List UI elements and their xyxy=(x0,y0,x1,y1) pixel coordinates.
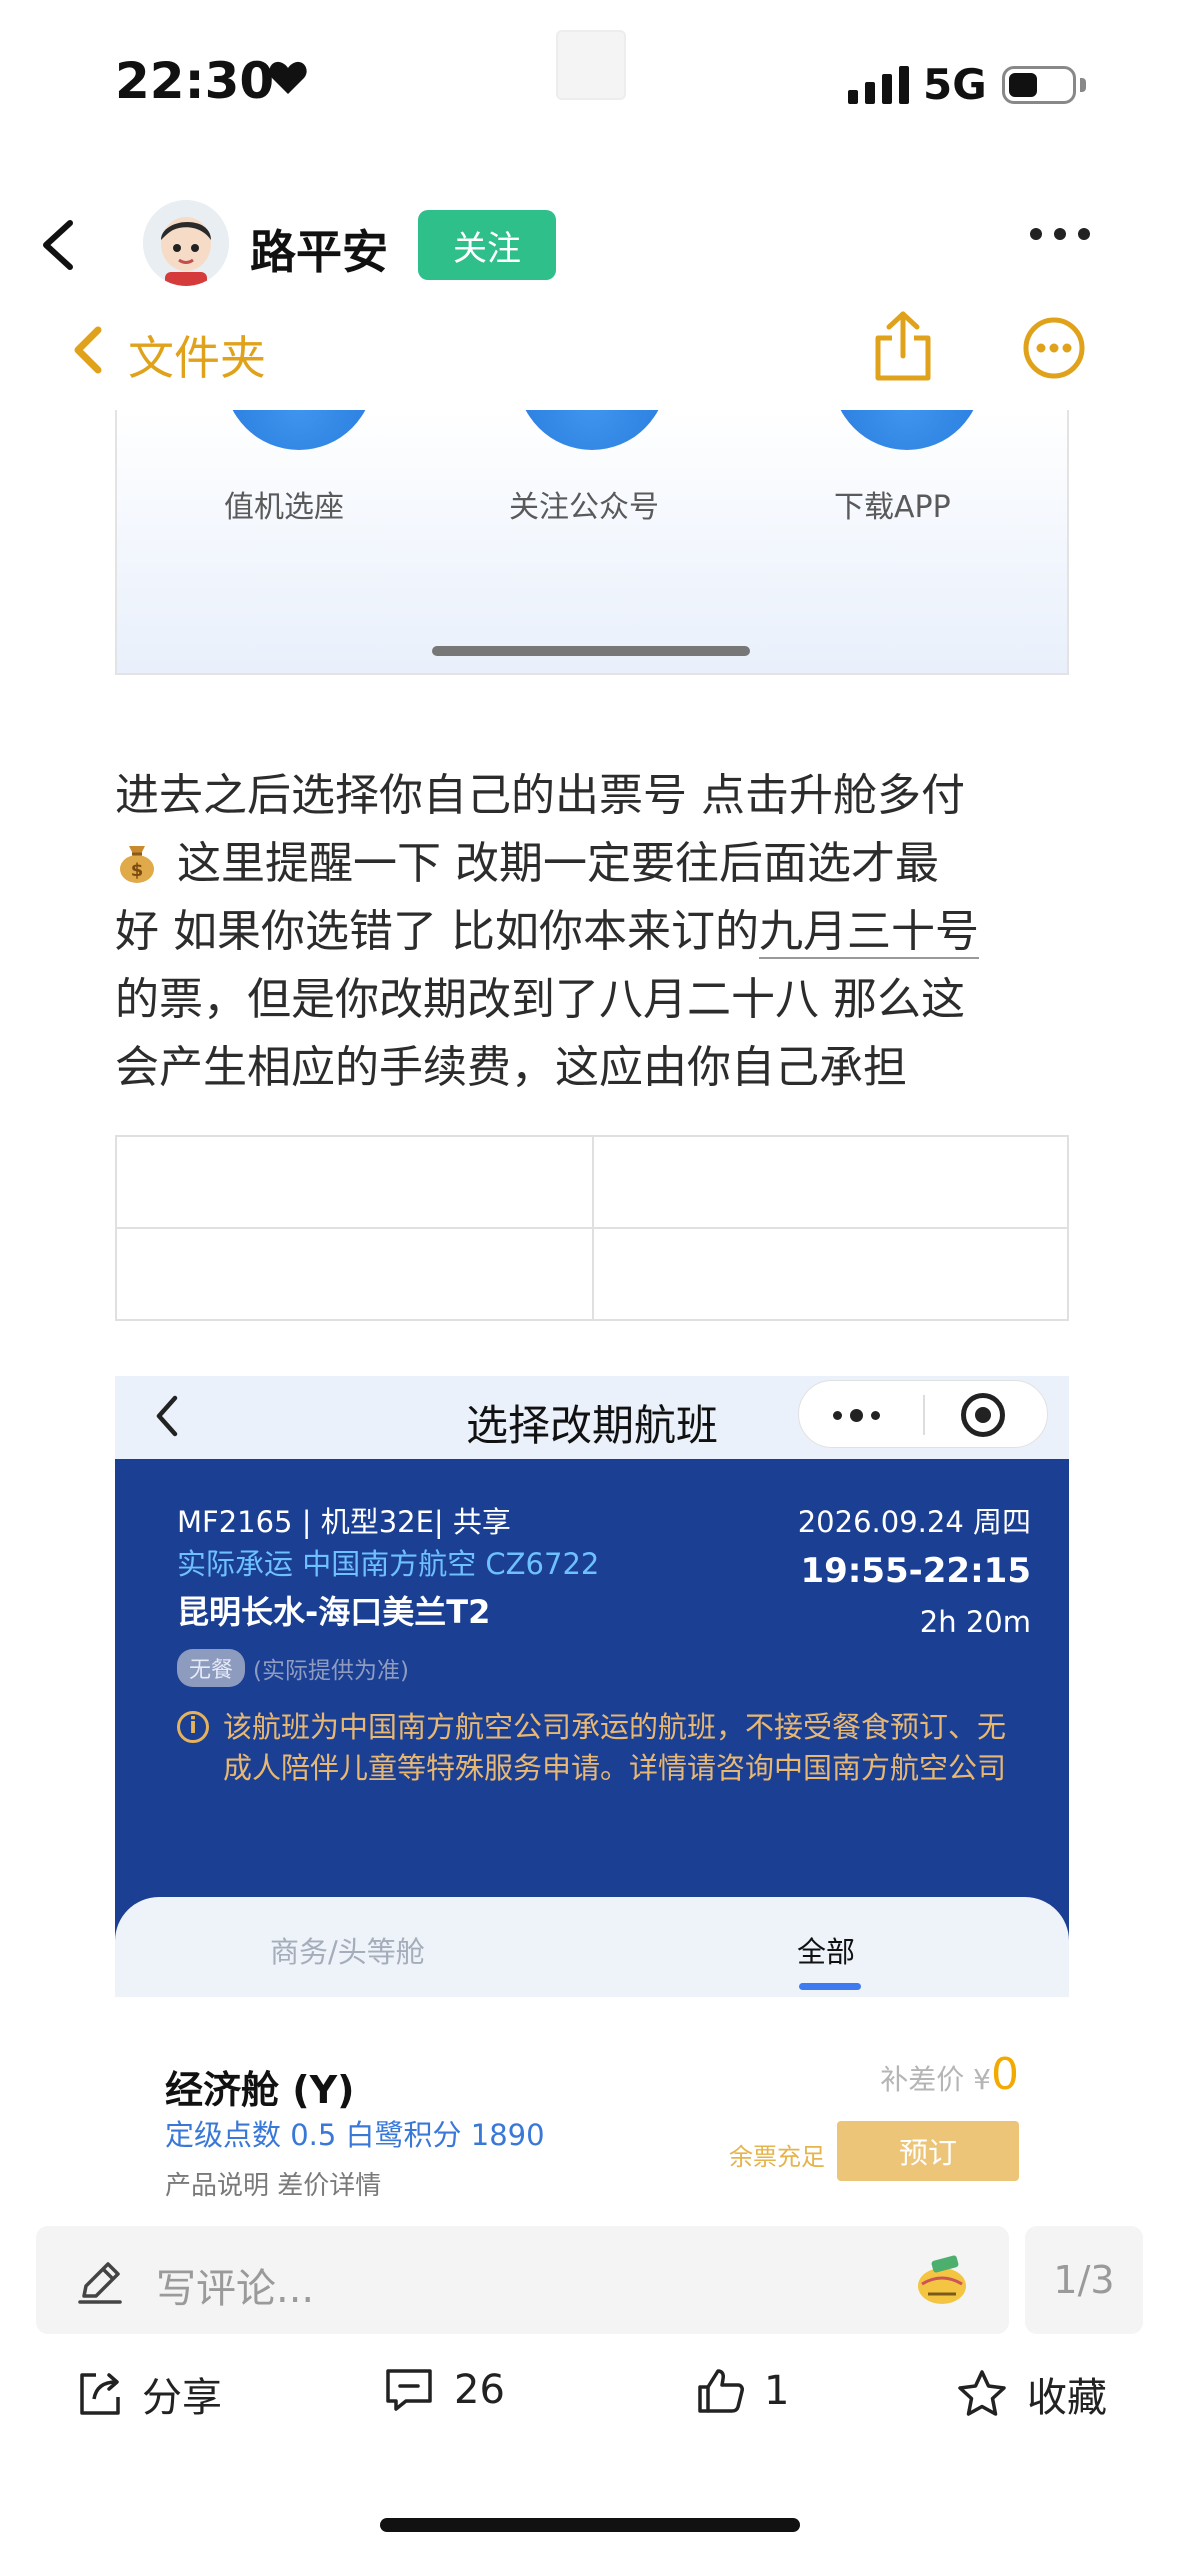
download-app-icon xyxy=(832,410,982,450)
battery-icon xyxy=(1002,66,1076,104)
sheet-handle xyxy=(432,646,750,656)
meal-info: 无餐 (实际提供为准) xyxy=(177,1649,409,1687)
more-options-button[interactable] xyxy=(1030,228,1090,240)
comment-input[interactable]: 写评论... xyxy=(36,2226,1009,2334)
date-link[interactable]: 九月三十号 xyxy=(758,906,979,959)
share-upload-icon[interactable] xyxy=(870,310,936,388)
embedded-screenshot-app-menu: 值机选座 关注公众号 下载APP xyxy=(115,410,1069,675)
battery-tip xyxy=(1080,78,1086,92)
comment-action[interactable]: 26 xyxy=(382,2365,505,2415)
favorite-action[interactable]: 收藏 xyxy=(955,2365,1107,2423)
follow-button[interactable]: 关注 xyxy=(418,210,556,280)
comment-placeholder: 写评论... xyxy=(156,2266,315,2312)
follow-account-icon xyxy=(517,410,667,450)
network-type: 5G xyxy=(923,60,987,109)
flight-route: 昆明长水-海口美兰T2 xyxy=(177,1593,491,1631)
article-line-text: 好 如果你选错了 比如你本来订的 xyxy=(115,906,759,957)
signal-icon xyxy=(848,66,909,104)
menu-item-label: 关注公众号 xyxy=(509,490,659,525)
article-line: $ 这里提醒一下 改期一定要往后面选才最 xyxy=(115,830,1080,898)
flight-duration: 2h 20m xyxy=(919,1605,1031,1639)
article-body: 进去之后选择你自己的出票号 点击升舱多付 $ 这里提醒一下 改期一定要往后面选才最… xyxy=(115,762,1080,1102)
tab-indicator xyxy=(799,1983,861,1990)
svg-text:$: $ xyxy=(131,860,144,881)
share-action[interactable]: 分享 xyxy=(74,2365,222,2423)
heart-icon xyxy=(268,60,308,100)
product-links: 产品说明 差价详情 xyxy=(165,2171,382,2199)
article-line: 的票，但是你改期改到了八月二十八 那么这 xyxy=(115,974,965,1025)
menu-item-label: 值机选座 xyxy=(224,490,344,525)
close-target-icon xyxy=(961,1393,1005,1437)
miniapp-capsule xyxy=(798,1380,1048,1448)
comment-count: 26 xyxy=(454,2367,505,2413)
emoji-sticker-icon[interactable] xyxy=(914,2254,970,2312)
avatar[interactable] xyxy=(143,200,229,286)
flight-number: MF2165 | 机型32E| 共享 xyxy=(177,1505,511,1539)
share-label: 分享 xyxy=(142,2375,222,2421)
cabin-card: 经济舱 (Y) 定级点数 0.5 白鹭积分 1890 产品说明 差价详情 补差价… xyxy=(115,1997,1069,2199)
cabin-points: 定级点数 0.5 白鹭积分 1890 xyxy=(165,2118,545,2152)
meal-badge: 无餐 xyxy=(177,1649,246,1687)
flight-date: 2026.09.24 周四 xyxy=(797,1505,1031,1539)
meal-note: (实际提供为准) xyxy=(253,1658,409,1684)
tab-all: 全部 xyxy=(797,1935,856,1969)
comment-icon xyxy=(386,2369,432,2411)
home-indicator xyxy=(380,2518,800,2532)
empty-table xyxy=(115,1135,1069,1321)
page-indicator[interactable]: 1/3 xyxy=(1025,2226,1143,2334)
back-button[interactable] xyxy=(30,205,100,285)
cabin-name: 经济舱 (Y) xyxy=(165,2068,355,2112)
stock-status: 余票充足 xyxy=(729,2143,825,2171)
info-icon: i xyxy=(177,1711,209,1743)
article-line: 会产生相应的手续费，这应由你自己承担 xyxy=(115,1042,907,1093)
thumbs-up-icon xyxy=(698,2369,744,2413)
article-line-text: 这里提醒一下 改期一定要往后面选才最 xyxy=(177,838,939,889)
cabin-tabs: 商务/头等舱 全部 xyxy=(115,1897,1069,1997)
folder-label[interactable]: 文件夹 xyxy=(128,322,266,388)
notch-placeholder xyxy=(556,30,626,100)
article-line: 进去之后选择你自己的出票号 点击升舱多付 xyxy=(115,770,965,821)
folder-back-icon[interactable] xyxy=(66,320,110,384)
share-icon xyxy=(80,2373,120,2415)
miniapp-header: 选择改期航班 xyxy=(115,1376,1069,1459)
flight-time: 19:55-22:15 xyxy=(800,1551,1031,1591)
price-value: 0 xyxy=(991,2049,1019,2100)
operating-carrier: 实际承运 中国南方航空 CZ6722 xyxy=(177,1547,600,1581)
star-icon xyxy=(958,2370,1006,2416)
like-action[interactable]: 1 xyxy=(694,2365,789,2417)
pen-icon xyxy=(74,2256,126,2312)
article-line: 好 如果你选错了 比如你本来订的九月三十号 xyxy=(115,898,1080,966)
author-name[interactable]: 路平安 xyxy=(250,216,388,282)
menu-dots-icon xyxy=(833,1409,880,1422)
favorite-label: 收藏 xyxy=(1027,2375,1107,2421)
tab-business-first: 商务/头等舱 xyxy=(270,1935,425,1969)
menu-item-label: 下载APP xyxy=(834,490,951,525)
embedded-screenshot-flight-change: 选择改期航班 MF2165 | 机型32E| 共享 实际承运 中国南方航空 CZ… xyxy=(115,1376,1069,2199)
price-difference: 补差价 ¥0 xyxy=(880,2049,1019,2100)
book-button: 预订 xyxy=(837,2121,1019,2181)
checkin-icon xyxy=(224,410,374,450)
more-circle-icon[interactable] xyxy=(1022,316,1086,384)
like-count: 1 xyxy=(764,2368,790,2414)
price-label: 补差价 ¥ xyxy=(880,2063,991,2096)
status-time: 22:30 xyxy=(115,52,275,110)
service-warning: 该航班为中国南方航空公司承运的航班，不接受餐食预订、无成人陪伴儿童等特殊服务申请… xyxy=(223,1710,1007,1785)
money-bag-icon: $ xyxy=(120,846,154,883)
